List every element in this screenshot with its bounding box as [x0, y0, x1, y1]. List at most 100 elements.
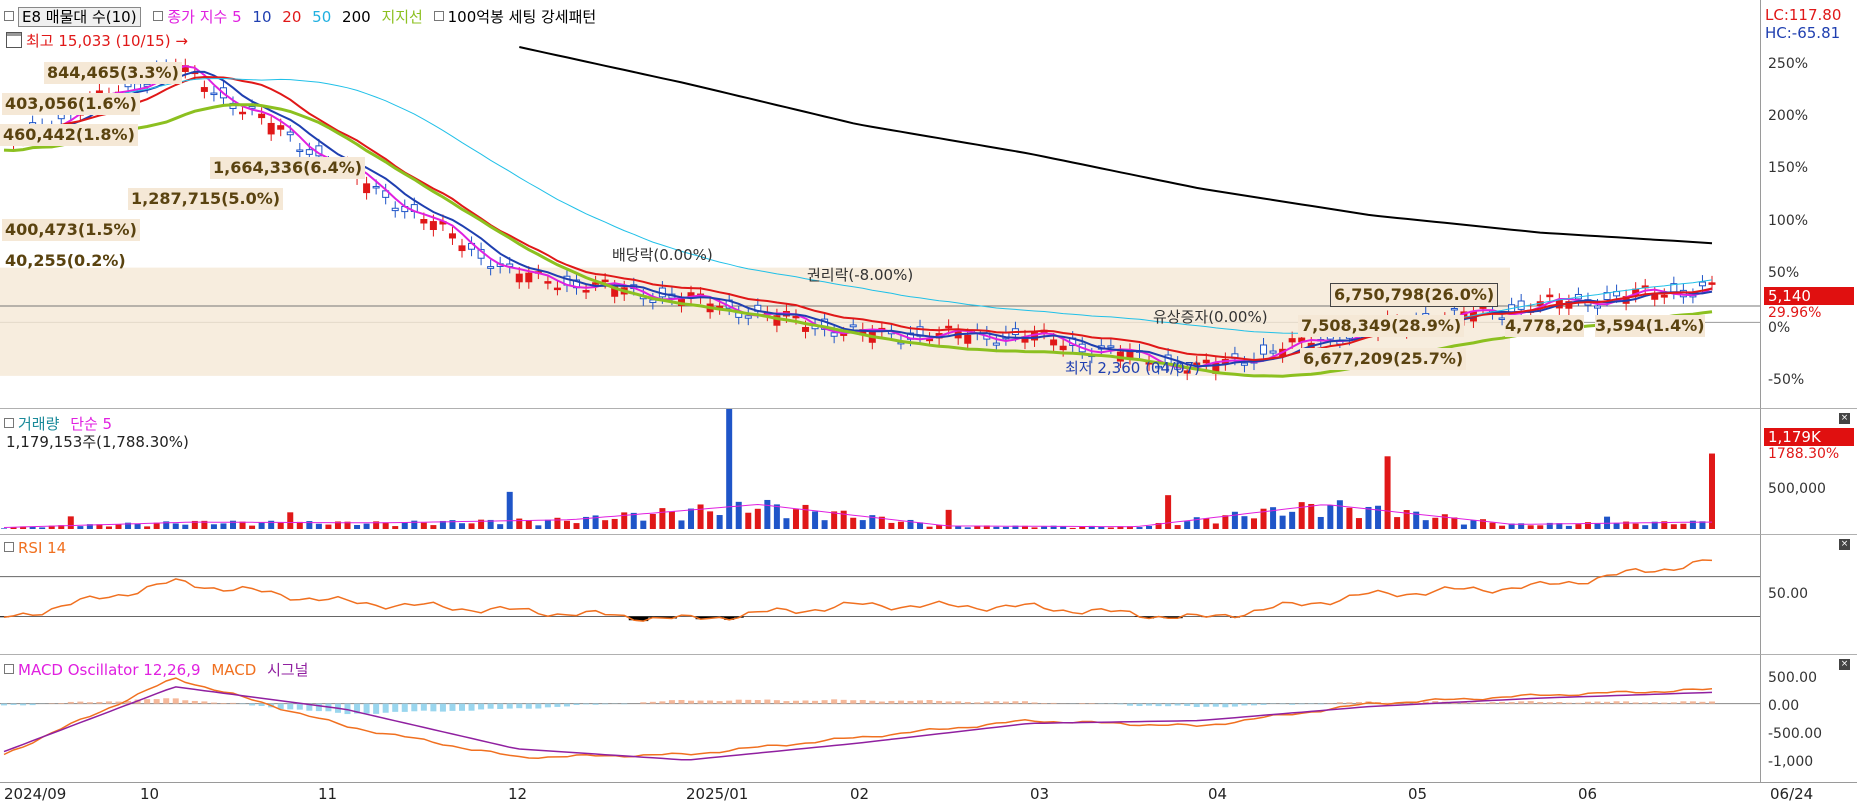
legend-support[interactable]: 지지선 — [381, 8, 422, 26]
vp-box-11: 3,594(1.4%) — [1595, 315, 1705, 337]
vp-box-5: 1,287,715(5.0%) — [128, 188, 283, 210]
oscillator-bar — [220, 703, 226, 704]
hc-label: HC:-65.81 — [1765, 24, 1840, 42]
oscillator-bar — [984, 701, 990, 703]
oscillator-bar — [1490, 702, 1496, 704]
calendar-icon[interactable] — [6, 32, 22, 48]
close-icon[interactable]: × — [1839, 539, 1850, 550]
oscillator-bar — [87, 702, 93, 703]
ma200-line — [519, 47, 1712, 243]
volume-tag: 1,179K — [1764, 428, 1854, 446]
close-icon[interactable]: × — [1839, 659, 1850, 670]
price-tick: 50% — [1768, 265, 1799, 281]
macd-line-label[interactable]: MACD — [211, 661, 256, 679]
candle — [1709, 283, 1715, 285]
oscillator-bar — [621, 704, 627, 705]
volume-bar — [287, 512, 293, 529]
oscillator-bar — [1642, 703, 1648, 704]
oscillator-bar — [1633, 702, 1639, 703]
x-tick: 04 — [1208, 785, 1227, 803]
legend-ma50[interactable]: 50 — [312, 8, 331, 26]
price-tick: 100% — [1768, 213, 1808, 229]
macd-legend: MACD Oscillator 12,26,9 MACD 시그널 — [4, 659, 308, 680]
oscillator-bar — [1184, 704, 1190, 706]
oscillator-bar — [1661, 703, 1667, 704]
oscillator-bar — [535, 704, 541, 709]
legend-ma10[interactable]: 10 — [252, 8, 271, 26]
close-icon[interactable]: × — [1839, 413, 1850, 424]
vp-box-12: 6,677,209(25.7%) — [1300, 348, 1466, 370]
candle — [993, 343, 999, 345]
volume-bar — [1203, 518, 1209, 529]
volume-bar — [1423, 520, 1429, 529]
macd-title[interactable]: MACD Oscillator 12,26,9 — [18, 661, 201, 679]
volume-bar — [1337, 500, 1343, 529]
candle — [1518, 301, 1524, 309]
oscillator-bar — [1261, 704, 1267, 705]
candle — [602, 280, 608, 282]
legend-setting[interactable]: 100억봉 세팅 강세패턴 — [448, 8, 597, 26]
legend-ma20[interactable]: 20 — [282, 8, 301, 26]
x-tick: 05 — [1408, 785, 1427, 803]
oscillator-bar — [20, 704, 26, 706]
candle — [1661, 295, 1667, 297]
volume-pane[interactable]: 거래량 단순 5 1,179,153주(1,788.30%) — [0, 408, 1760, 535]
legend-ticker[interactable]: E8 매물대 수(10) — [18, 7, 141, 27]
oscillator-bar — [1194, 704, 1200, 707]
rsi-title[interactable]: RSI 14 — [18, 539, 66, 557]
oscillator-bar — [1528, 701, 1534, 704]
arrow-right-icon: → — [171, 32, 188, 50]
volume-bar — [1003, 527, 1009, 529]
oscillator-bar — [1241, 704, 1247, 706]
macd-pane[interactable]: MACD Oscillator 12,26,9 MACD 시그널 — [0, 654, 1760, 783]
oscillator-bar — [1537, 702, 1543, 704]
oscillator-bar — [1623, 701, 1629, 703]
oscillator-bar — [1117, 704, 1123, 705]
volume-bar — [612, 519, 618, 529]
candle — [449, 234, 455, 238]
oscillator-bar — [707, 701, 713, 704]
volume-bar — [1356, 518, 1362, 529]
price-pane[interactable]: E8 매물대 수(10) 종가 지수 5 10 20 50 200 지지선 10… — [0, 0, 1760, 408]
volume-bar — [116, 525, 122, 529]
candle — [545, 282, 551, 284]
signal-line-label[interactable]: 시그널 — [267, 661, 308, 679]
oscillator-bar — [869, 701, 875, 704]
volume-bar — [965, 527, 971, 529]
volume-bar — [755, 509, 761, 529]
volume-bar — [1318, 517, 1324, 529]
oscillator-bar — [1709, 701, 1715, 703]
volume-bar — [135, 524, 141, 529]
oscillator-bar — [173, 698, 179, 703]
oscillator-bar — [402, 704, 408, 712]
candle — [287, 132, 293, 135]
oscillator-bar — [1203, 704, 1209, 707]
volume-bar — [1327, 505, 1333, 529]
candle — [240, 112, 246, 114]
vp-box-7: 40,255(0.2%) — [2, 250, 129, 272]
rsi-pane[interactable]: RSI 14 — [0, 534, 1760, 655]
legend-ma200[interactable]: 200 — [342, 8, 371, 26]
oscillator-bar — [1280, 704, 1286, 705]
volume-bar — [535, 525, 541, 529]
oscillator-bar — [669, 700, 675, 704]
candle — [803, 328, 809, 332]
candle — [306, 150, 312, 155]
profile-band — [0, 268, 1510, 376]
volume-bar — [678, 520, 684, 529]
volume-bar — [507, 492, 513, 529]
candle — [297, 150, 303, 152]
legend-square-icon — [4, 11, 14, 21]
price-tick: 250% — [1768, 56, 1808, 72]
volume-bar — [459, 523, 465, 529]
volume-bar — [259, 523, 265, 529]
price-tick: 0% — [1768, 320, 1790, 336]
oscillator-bar — [888, 701, 894, 704]
oscillator-bar — [1480, 703, 1486, 704]
legend-price[interactable]: 종가 지수 5 — [167, 8, 241, 26]
oscillator-bar — [1079, 703, 1085, 704]
volume-bar — [402, 522, 408, 529]
macd-tick: 500.00 — [1768, 670, 1817, 686]
oscillator-bar — [946, 701, 952, 703]
volume-bar — [1614, 523, 1620, 529]
